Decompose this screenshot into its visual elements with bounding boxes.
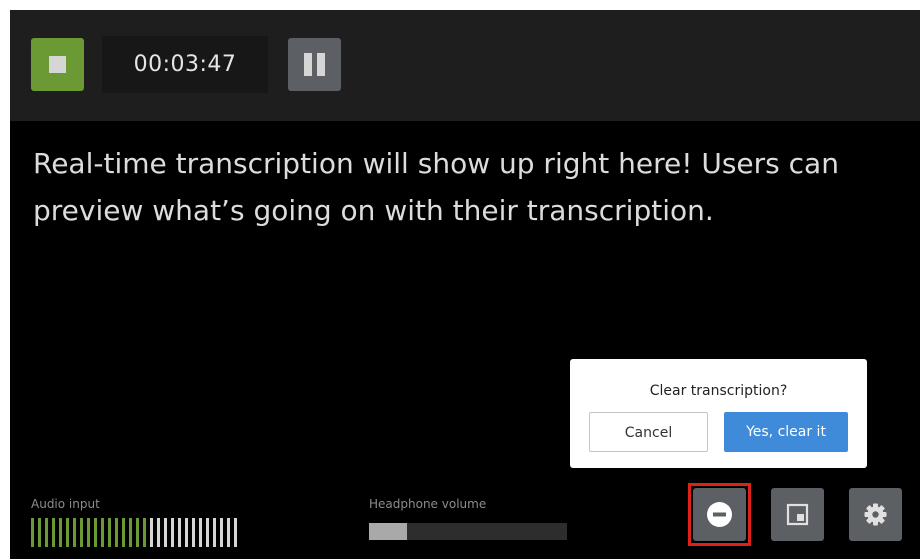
recording-timer: 00:03:47 — [102, 36, 268, 93]
audio-meter-segment — [80, 518, 83, 547]
audio-meter-segment — [234, 518, 237, 547]
audio-meter-segment — [213, 518, 216, 547]
audio-meter-segment — [87, 518, 90, 547]
audio-meter-segment — [220, 518, 223, 547]
audio-meter-segment — [192, 518, 195, 547]
headphone-volume-slider[interactable] — [369, 523, 567, 540]
transcription-app: 00:03:47 Real-time transcription will sh… — [10, 10, 920, 559]
audio-meter-segment — [157, 518, 160, 547]
clear-confirm-dialog: Clear transcription? Cancel Yes, clear i… — [570, 359, 867, 468]
audio-meter-segment — [122, 518, 125, 547]
audio-meter-segment — [115, 518, 118, 547]
stop-button[interactable] — [31, 38, 84, 91]
audio-meter-segment — [52, 518, 55, 547]
audio-input-meter — [31, 518, 241, 547]
audio-meter-segment — [206, 518, 209, 547]
picture-in-picture-button[interactable] — [771, 488, 824, 541]
audio-meter-segment — [227, 518, 230, 547]
clear-transcription-button[interactable] — [693, 488, 746, 541]
audio-meter-segment — [73, 518, 76, 547]
audio-meter-segment — [66, 518, 69, 547]
audio-input-label: Audio input — [31, 497, 100, 511]
audio-meter-segment — [150, 518, 153, 547]
audio-meter-segment — [143, 518, 146, 547]
gear-icon — [864, 503, 887, 526]
confirm-clear-button[interactable]: Yes, clear it — [724, 412, 848, 452]
transcription-text: Real-time transcription will show up rig… — [33, 147, 839, 227]
audio-meter-segment — [164, 518, 167, 547]
audio-meter-segment — [94, 518, 97, 547]
audio-meter-segment — [199, 518, 202, 547]
settings-button[interactable] — [849, 488, 902, 541]
stop-icon — [49, 56, 66, 73]
audio-meter-segment — [101, 518, 104, 547]
audio-meter-segment — [38, 518, 41, 547]
audio-meter-segment — [171, 518, 174, 547]
recording-toolbar: 00:03:47 — [10, 10, 920, 121]
picture-in-picture-icon — [786, 503, 809, 526]
minus-circle-icon — [707, 502, 732, 527]
pause-button[interactable] — [288, 38, 341, 91]
audio-meter-segment — [178, 518, 181, 547]
audio-meter-segment — [31, 518, 34, 547]
audio-meter-segment — [59, 518, 62, 547]
headphone-volume-fill — [369, 523, 407, 540]
audio-meter-segment — [45, 518, 48, 547]
audio-meter-segment — [108, 518, 111, 547]
headphone-volume-label: Headphone volume — [369, 497, 487, 511]
audio-meter-segment — [136, 518, 139, 547]
audio-meter-segment — [129, 518, 132, 547]
dialog-title: Clear transcription? — [649, 383, 788, 399]
cancel-button[interactable]: Cancel — [589, 412, 708, 452]
audio-meter-segment — [185, 518, 188, 547]
